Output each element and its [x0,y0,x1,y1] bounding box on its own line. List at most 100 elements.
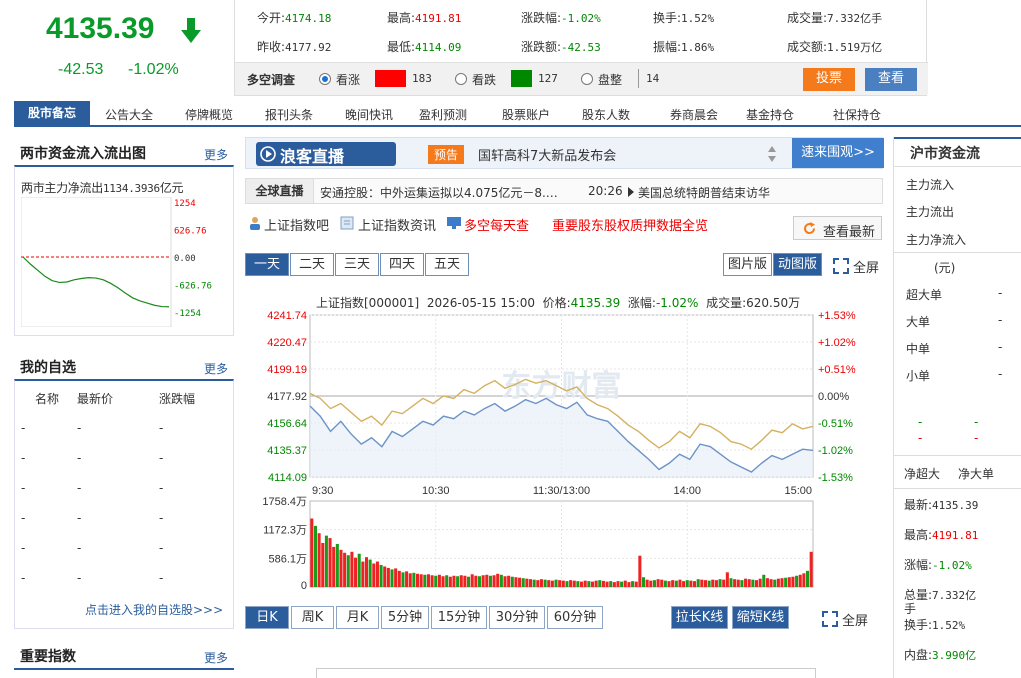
day-tab[interactable]: 三天 [335,253,379,276]
volume-bar [459,575,463,587]
volume-bar [638,555,642,587]
nav-item[interactable]: 晚间快讯 [345,106,393,123]
refresh-button[interactable]: 查看最新 [793,216,882,240]
volume-bar [554,579,558,587]
volume-bar [361,561,365,587]
nav-item-memo[interactable]: 股市备忘 [14,101,90,125]
stat-row: 最高:4191.81 [904,528,979,542]
day-tab[interactable]: 五天 [425,253,469,276]
k-fullscreen-label[interactable]: 全屏 [842,610,868,629]
k-period-tab[interactable]: 周K [291,606,334,629]
ticker-news-1[interactable]: 安通控股：中外运集运拟以4.075亿元－8.… [320,184,558,201]
flow-tick-label: 626.76 [174,227,207,237]
news-icon [340,216,354,230]
nav-item[interactable]: 股票账户 [502,106,550,123]
nav-item[interactable]: 社保持仓 [833,106,881,123]
scroll-arrows-icon[interactable] [766,143,778,165]
link-daily[interactable]: 多空每天查 [464,215,529,234]
y-right-tick: +1.53% [818,310,856,322]
nav-item[interactable]: 公告大全 [105,106,153,123]
poll-bull-radio[interactable] [319,73,331,85]
volume-bar [806,570,810,587]
quote-field: 昨收:4177.92 [257,40,332,54]
quote-field: 最低:4114.09 [387,40,462,54]
volume-bar [569,580,573,587]
live-banner[interactable]: 浪客直播 预告 国轩高科7大新品发布会 速来围观>> [245,137,884,169]
flow-unit: 亿元 [159,181,184,195]
volume-bar [426,574,430,587]
nav-item[interactable]: 券商晨会 [670,106,718,123]
index-more-link[interactable]: 更多 [204,649,228,666]
day-tab[interactable]: 二天 [290,253,334,276]
watchlist-cell: - [77,541,82,555]
x-tick-label: 15:00 [784,485,812,497]
volume-bar [379,564,383,587]
nav-item[interactable]: 基金持仓 [746,106,794,123]
day-tab[interactable]: 四天 [380,253,424,276]
volume-bar [346,555,350,587]
quote-field: 最高:4191.81 [387,11,462,25]
shorten-k-button[interactable]: 缩短K线 [732,606,789,629]
caret-right-icon [628,187,634,197]
nav-item[interactable]: 股东人数 [582,106,630,123]
volume-bar [660,579,664,587]
day-tab[interactable]: 一天 [245,253,289,276]
volume-bar [375,561,379,587]
fullscreen-label[interactable]: 全屏 [853,257,879,276]
volume-bar [576,581,580,587]
view-image-tab[interactable]: 图片版 [723,253,772,276]
ticker-news-2[interactable]: 美国总统特朗普结束访华 [638,184,770,201]
volume-bar [467,576,471,587]
volume-bar [397,570,401,587]
refresh-label: 查看最新 [823,225,876,240]
vote-button[interactable]: 投票 [803,68,855,91]
k-period-tab[interactable]: 月K [336,606,379,629]
volume-bar [634,581,638,587]
k-period-tab[interactable]: 30分钟 [489,606,545,629]
link-news[interactable]: 上证指数资讯 [358,215,436,234]
nav-item[interactable]: 停牌概览 [185,106,233,123]
volume-bar [791,576,795,587]
live-text[interactable]: 国轩高科7大新品发布会 [478,145,616,164]
volume-bar [572,580,576,587]
fullscreen-icon[interactable] [833,258,849,274]
vol-tick: 1758.4万 [262,496,307,508]
watchlist-more-link[interactable]: 更多 [204,360,228,377]
poll-bear-radio[interactable] [455,73,467,85]
k-period-tab[interactable]: 15分钟 [431,606,487,629]
volume-bar [795,575,799,587]
k-period-tab[interactable]: 60分钟 [547,606,603,629]
top-nav: 股市备忘 公告大全 停牌概览 报刊头条 晚间快讯 盈利预测 股票账户 股东人数 券商晨会 基金持… [14,101,1021,127]
x-tick-label: 14:00 [673,485,701,497]
view-poll-button[interactable]: 查看 [865,68,917,91]
nav-item[interactable]: 报刊头条 [265,106,313,123]
live-join-button[interactable]: 速来围观>> [792,138,884,168]
net-super-label: 净超大 [904,467,941,481]
watchlist-link[interactable]: 点击进入我的自选股>>> [85,601,223,618]
flow-more-link[interactable]: 更多 [204,146,228,163]
nav-item[interactable]: 盈利预测 [419,106,467,123]
order-size-label: 大单 [906,315,931,329]
main-inflow-label: 主力流入 [906,178,955,192]
y-left-tick: 4220.47 [267,337,307,349]
poll-flat-radio[interactable] [581,73,593,85]
y-left-tick: 4199.19 [267,364,307,376]
k-period-tab[interactable]: 日K [245,606,289,629]
y-right-tick: -1.53% [818,472,853,484]
k-fullscreen-icon[interactable] [822,611,838,627]
link-pledge[interactable]: 重要股东股权质押数据全览 [552,215,708,234]
link-forum[interactable]: 上证指数吧 [264,215,329,234]
k-period-tab[interactable]: 5分钟 [381,606,429,629]
volume-bar [408,573,412,587]
flow-panel: 两市主力净流出1134.3936亿元 1254 626.76 0.00 -626.76… [14,165,234,336]
watchlist-col-header: 最新价 [77,392,114,406]
watchlist-cell: - [21,541,26,555]
watermark: 东方财富 [502,369,622,404]
volume-bar [605,581,609,587]
quote-header: 4135.39 -42.53 -1.02% 今开:4174.18 最高:4191.… [0,0,1021,96]
monitor-icon [447,217,461,229]
view-animated-tab[interactable]: 动图版 [773,253,822,276]
lengthen-k-button[interactable]: 拉长K线 [671,606,728,629]
volume-bar [754,580,759,587]
volume-bar [492,575,496,587]
